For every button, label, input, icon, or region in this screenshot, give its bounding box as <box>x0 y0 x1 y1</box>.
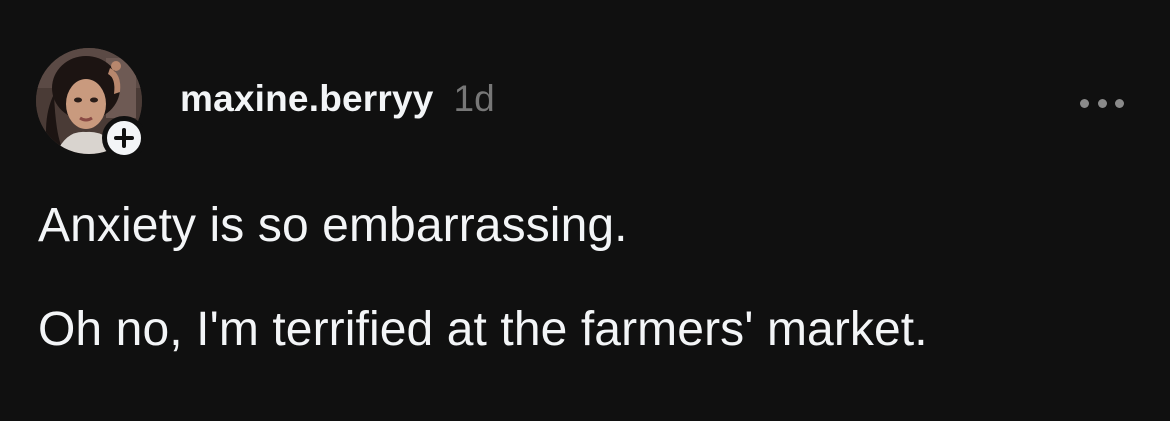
plus-icon <box>114 128 134 148</box>
post-text-line: Anxiety is so embarrassing. <box>38 199 628 252</box>
ellipsis-icon <box>1080 98 1089 108</box>
more-options-button[interactable] <box>1074 88 1130 118</box>
avatar-container <box>36 48 146 160</box>
username-link[interactable]: maxine.berryy <box>180 78 434 120</box>
post-body: Anxiety is so embarrassing. Oh no, I'm t… <box>38 198 1148 358</box>
post-header: maxine.berryy 1d <box>180 78 495 128</box>
follow-button[interactable] <box>102 116 146 160</box>
thread-post: maxine.berryy 1d Anxiety is so embarrass… <box>0 0 1170 421</box>
ellipsis-icon <box>1097 98 1107 108</box>
post-text-line: Oh no, I'm terrified at the farmers' mar… <box>38 303 928 356</box>
ellipsis-icon <box>1115 98 1124 108</box>
post-timestamp: 1d <box>453 78 495 119</box>
